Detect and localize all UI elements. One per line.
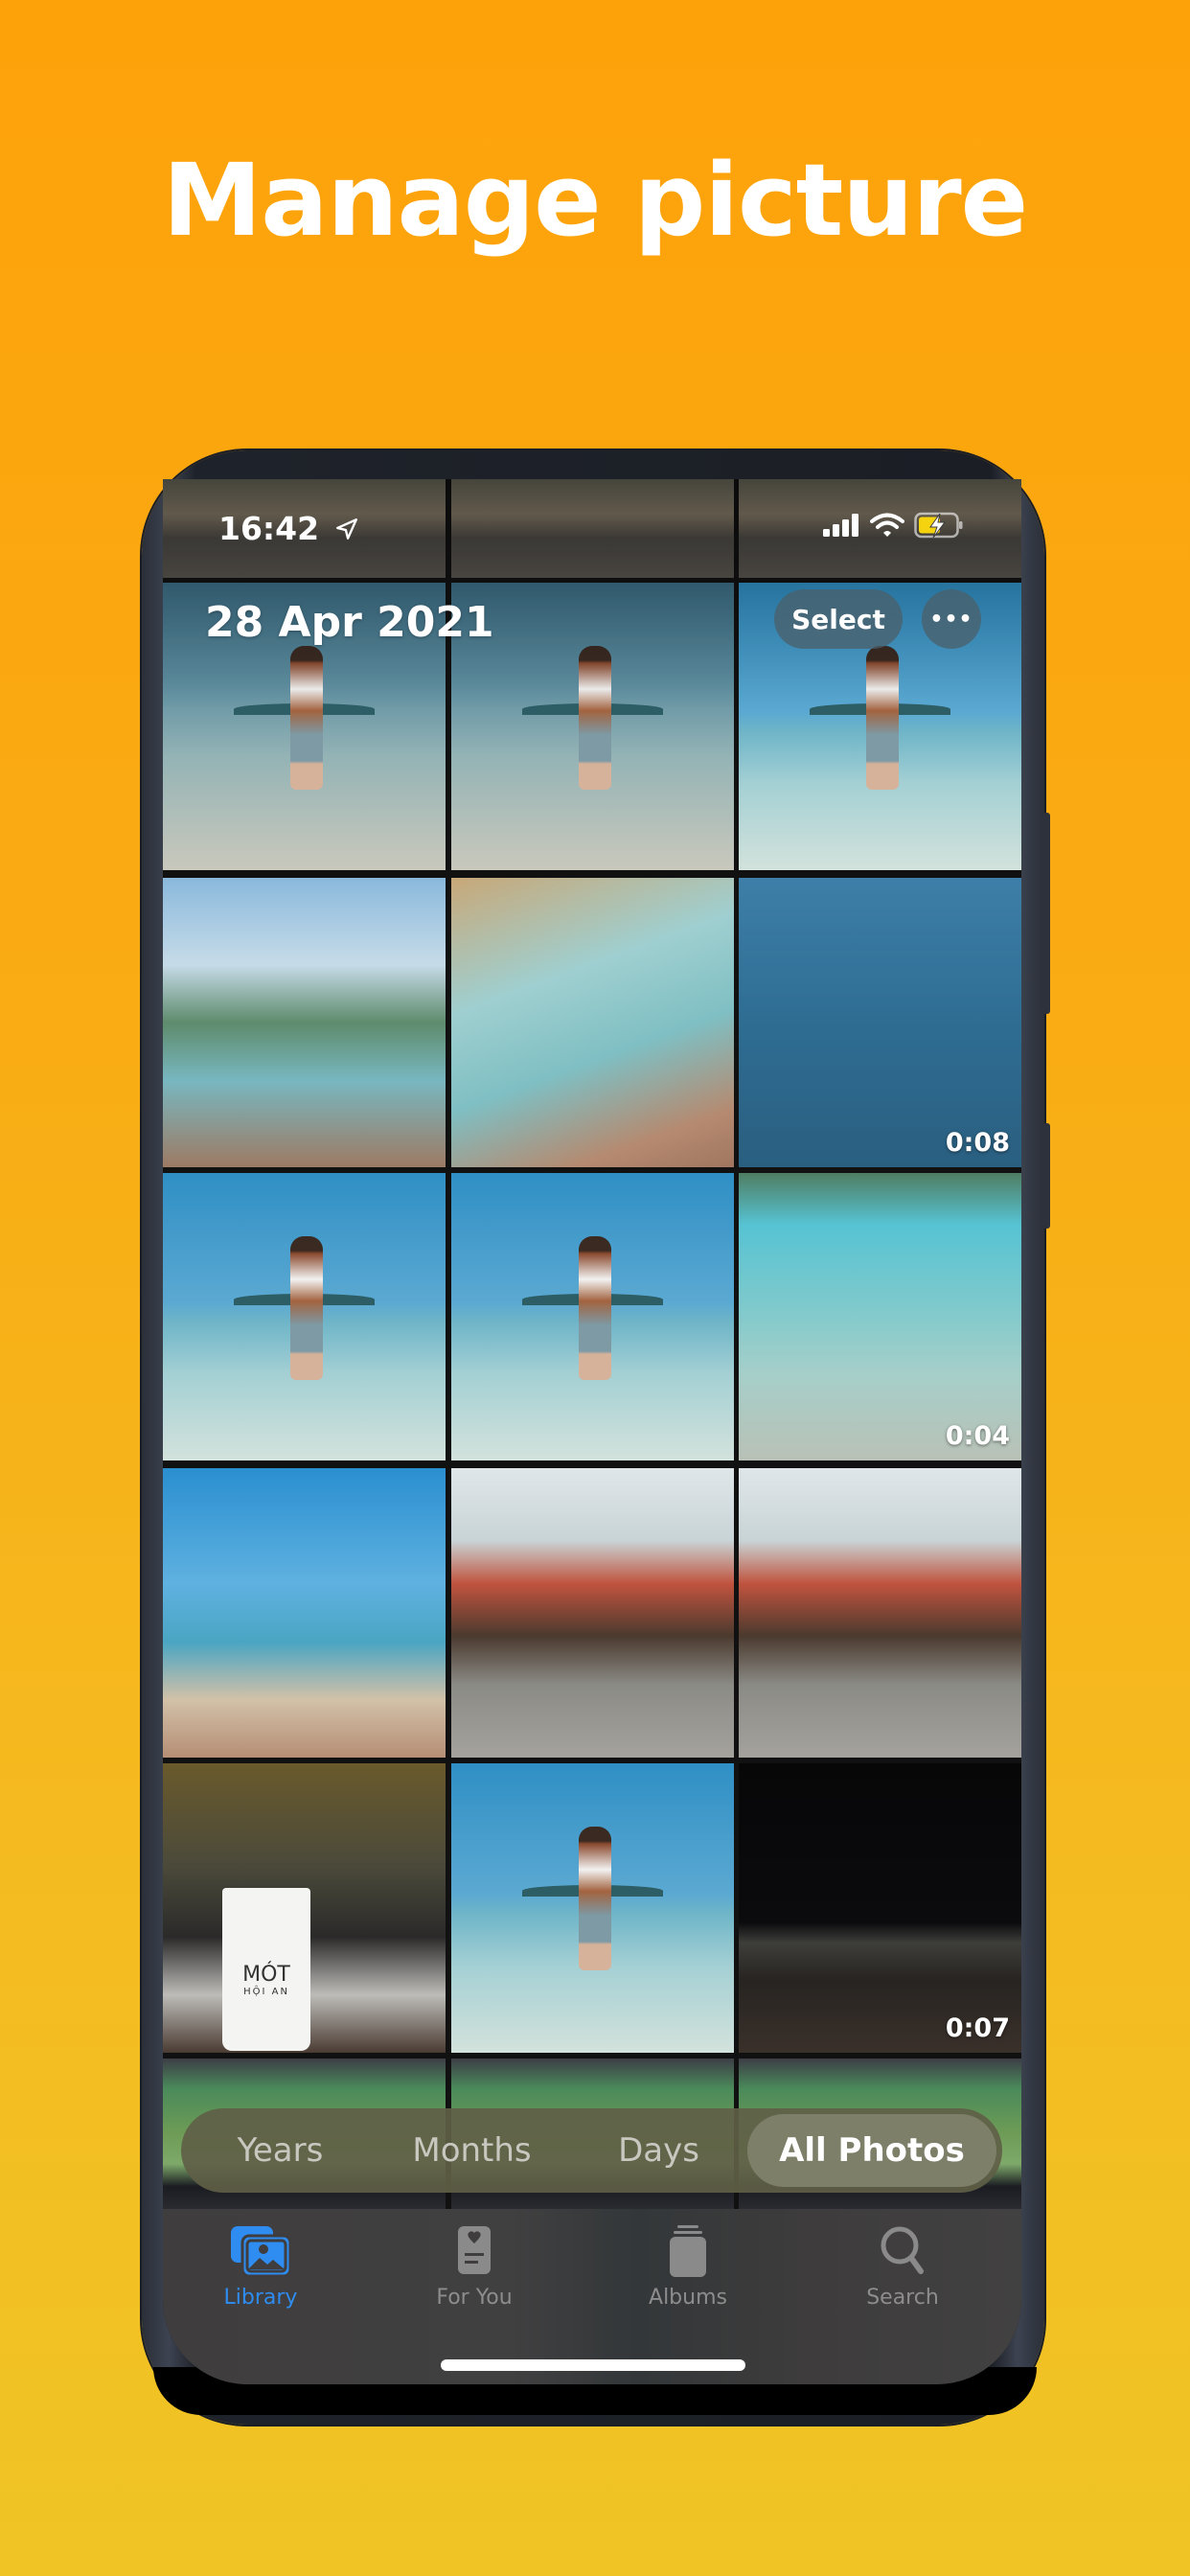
view-option-all-photos[interactable]: All Photos [747, 2114, 996, 2187]
view-option-months[interactable]: Months [374, 2114, 570, 2187]
tab-for-you[interactable]: For You [398, 2224, 551, 2310]
photo-thumbnail[interactable] [451, 1468, 734, 1758]
status-time-text: 16:42 [218, 510, 320, 547]
select-button[interactable]: Select [774, 589, 903, 649]
promo-headline: Manage picture [162, 142, 1028, 259]
phone-side-button [1042, 1123, 1050, 1229]
photo-thumbnail[interactable] [163, 1468, 446, 1758]
location-arrow-icon [335, 518, 357, 540]
phone-side-button [1042, 813, 1050, 1014]
view-option-label: Days [618, 2131, 699, 2170]
view-option-label: Months [412, 2131, 532, 2170]
home-indicator[interactable] [441, 2359, 745, 2371]
tab-library[interactable]: Library [184, 2224, 337, 2310]
search-icon [881, 2226, 924, 2274]
view-option-days[interactable]: Days [570, 2114, 747, 2187]
tab-bar: Library For You Albums Search [163, 2209, 1021, 2384]
person-figure [578, 1827, 611, 1971]
wifi-icon [870, 513, 904, 537]
tab-label: Search [866, 2286, 939, 2310]
photo-thumbnail[interactable] [451, 878, 734, 1167]
cup-shape: MÓT HỘI AN [222, 1888, 310, 2051]
for-you-icon [458, 2226, 491, 2274]
date-title: 28 Apr 2021 [205, 598, 494, 647]
view-switcher: Years Months Days All Photos [181, 2108, 1002, 2193]
ellipsis-icon: ••• [929, 607, 973, 632]
video-thumbnail[interactable]: 0:08 [739, 878, 1021, 1167]
person-figure [578, 1236, 611, 1380]
photo-library-icon [231, 2226, 292, 2278]
status-icons [822, 512, 964, 539]
more-options-button[interactable]: ••• [922, 589, 981, 649]
photo-thumbnail[interactable] [451, 1173, 734, 1460]
photo-thumbnail[interactable] [163, 1173, 446, 1460]
cup-brand: MÓT [242, 1963, 290, 1987]
person-figure [289, 1236, 323, 1380]
video-duration: 0:07 [945, 2013, 1010, 2043]
view-option-label: Years [237, 2131, 324, 2170]
tab-albums[interactable]: Albums [611, 2224, 765, 2310]
photo-thumbnail[interactable] [451, 1763, 734, 2053]
albums-icon [670, 2225, 706, 2277]
view-option-label: All Photos [779, 2131, 965, 2170]
video-thumbnail[interactable]: 0:04 [739, 1173, 1021, 1460]
select-button-label: Select [791, 603, 885, 635]
photo-thumbnail[interactable]: MÓT HỘI AN [163, 1763, 446, 2053]
view-option-years[interactable]: Years [187, 2114, 374, 2187]
video-duration: 0:04 [945, 1421, 1010, 1451]
photo-thumbnail[interactable] [739, 1468, 1021, 1758]
video-thumbnail[interactable]: 0:07 [739, 1763, 1021, 2053]
cup-subtitle: HỘI AN [243, 1987, 289, 1997]
status-time: 16:42 [218, 510, 359, 547]
battery-charging-icon [914, 512, 963, 539]
tab-search[interactable]: Search [826, 2224, 979, 2310]
cellular-signal-icon [823, 514, 858, 537]
video-duration: 0:08 [945, 1128, 1010, 1158]
tab-label: For You [436, 2286, 513, 2310]
tab-label: Albums [649, 2286, 727, 2310]
photo-thumbnail[interactable] [163, 878, 446, 1167]
tab-label: Library [223, 2286, 298, 2310]
